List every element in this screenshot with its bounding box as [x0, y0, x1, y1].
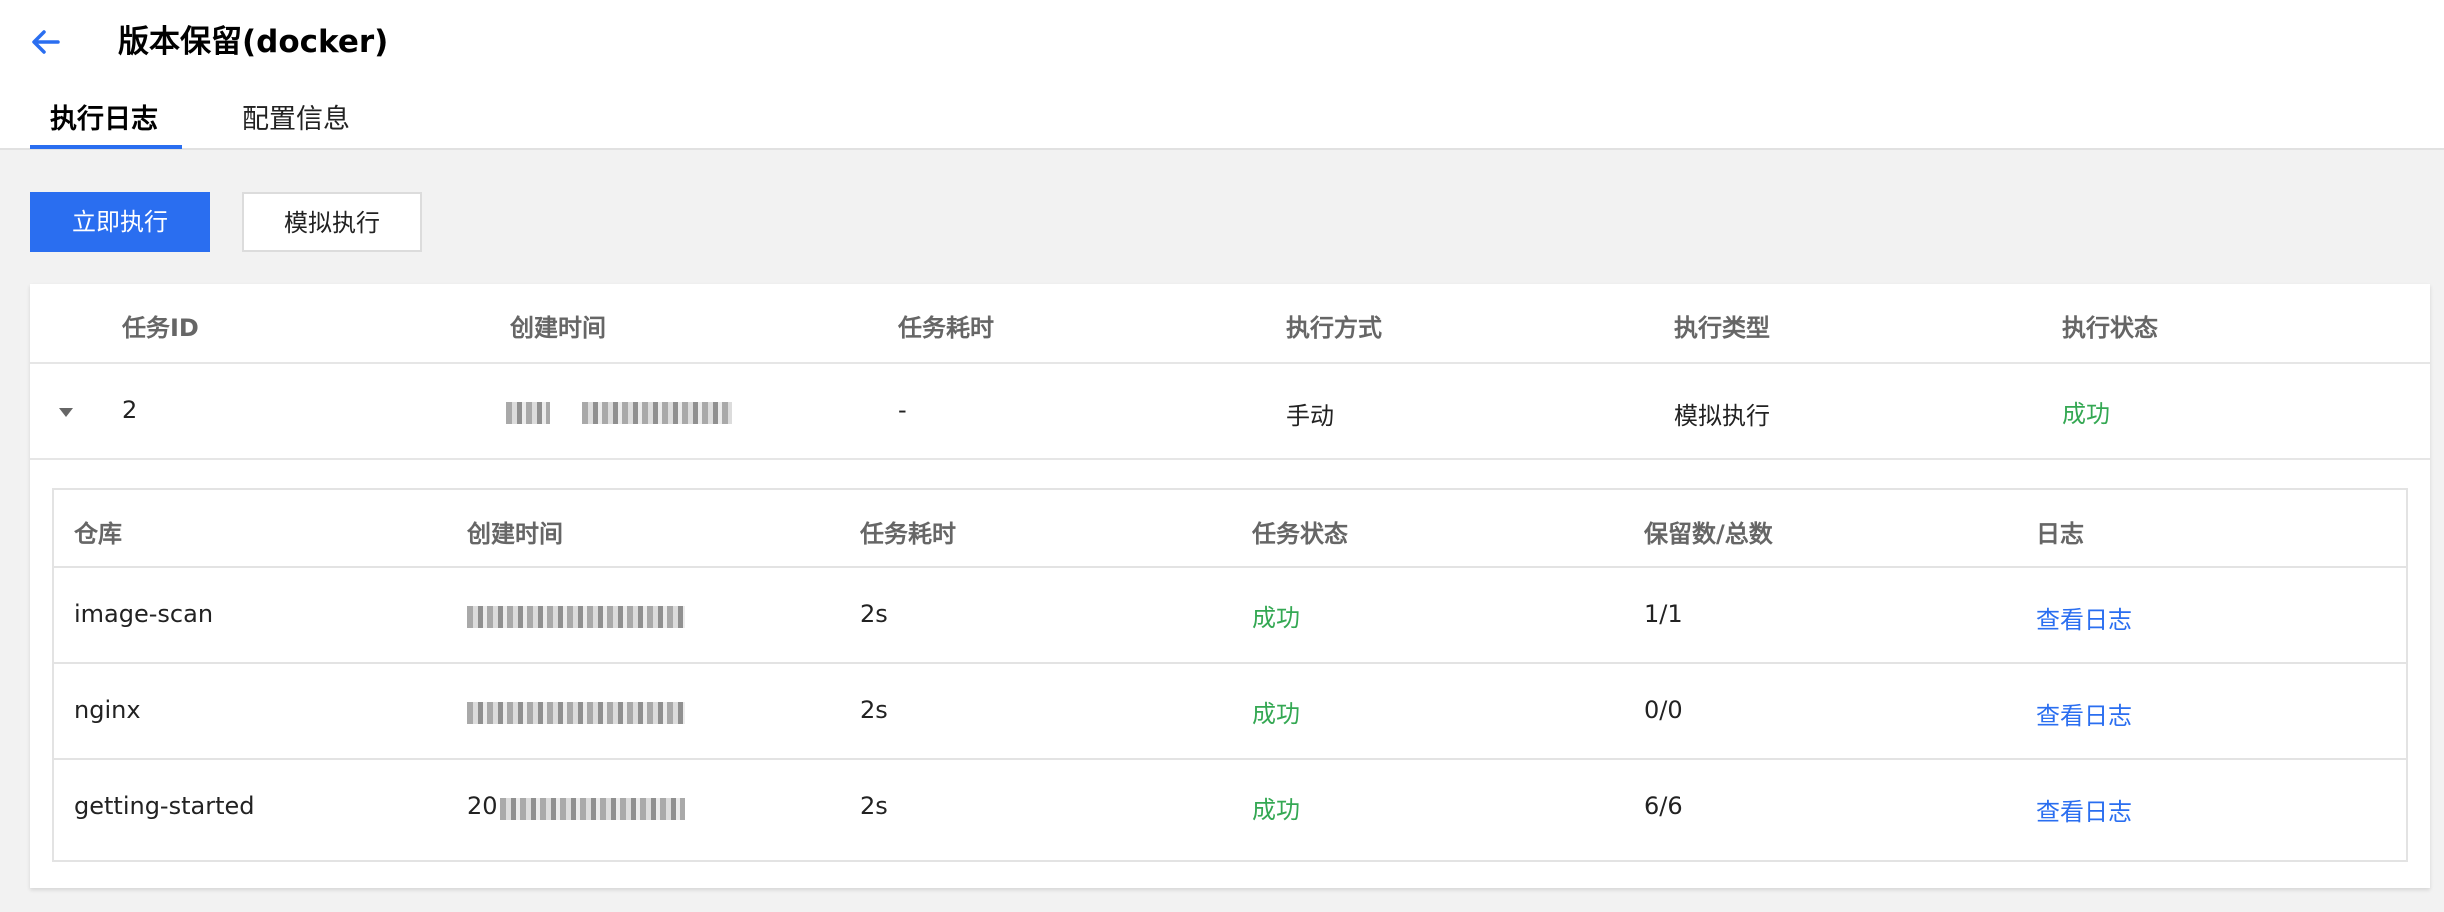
task-duration: 2s: [860, 696, 888, 724]
caret-down-icon[interactable]: [56, 404, 76, 420]
table-row: image-scan 2s 成功 1/1 查看日志: [54, 568, 2406, 664]
table-row: getting-started 20 2s 成功 6/6 查看日志: [54, 760, 2406, 856]
view-log-link[interactable]: 查看日志: [2036, 792, 2132, 827]
redacted-created-time: [467, 606, 685, 628]
redacted-created-time: [467, 702, 685, 724]
task-duration: 2s: [860, 600, 888, 628]
repo-table-header: 仓库 创建时间 任务耗时 任务状态 保留数/总数 日志: [54, 490, 2406, 568]
active-tab-indicator: [30, 145, 182, 149]
repo-table: 仓库 创建时间 任务耗时 任务状态 保留数/总数 日志 image-scan 2…: [52, 488, 2408, 862]
status-badge: 成功: [1252, 796, 1300, 824]
column-duration: 任务耗时: [898, 314, 994, 342]
column-created-time: 创建时间: [467, 520, 563, 548]
column-task-id: 任务ID: [122, 314, 199, 342]
task-duration: -: [898, 396, 907, 424]
column-task-status: 任务状态: [1252, 520, 1348, 548]
exec-type: 模拟执行: [1674, 402, 1770, 430]
retained-total: 6/6: [1644, 792, 1683, 820]
redacted-created-time: [506, 402, 550, 424]
task-duration: 2s: [860, 792, 888, 820]
tab-config-info[interactable]: 配置信息: [242, 100, 350, 140]
simulate-run-button[interactable]: 模拟执行: [242, 192, 422, 252]
table-row: nginx 2s 成功 0/0 查看日志: [54, 664, 2406, 760]
page-header: 版本保留(docker) 执行日志 配置信息: [0, 0, 2444, 150]
view-log-link[interactable]: 查看日志: [2036, 696, 2132, 731]
created-time: 20: [467, 792, 498, 820]
arrow-left-icon[interactable]: [26, 22, 66, 62]
column-repo: 仓库: [74, 520, 122, 548]
task-table-header: 任务ID 创建时间 任务耗时 执行方式 执行类型 执行状态: [30, 284, 2430, 364]
column-exec-mode: 执行方式: [1286, 314, 1382, 342]
redacted-created-time: [582, 402, 732, 424]
column-log: 日志: [2036, 520, 2084, 548]
column-exec-status: 执行状态: [2062, 314, 2158, 342]
column-retained-total: 保留数/总数: [1644, 520, 1773, 548]
column-created-time: 创建时间: [510, 314, 606, 342]
repo-name: nginx: [74, 696, 141, 724]
column-duration: 任务耗时: [860, 520, 956, 548]
retained-total: 1/1: [1644, 600, 1683, 628]
task-id: 2: [122, 396, 138, 424]
repo-name: image-scan: [74, 600, 214, 628]
exec-mode: 手动: [1286, 402, 1334, 430]
view-log-link[interactable]: 查看日志: [2036, 600, 2132, 635]
table-row[interactable]: 2 - 手动 模拟执行 成功: [30, 364, 2430, 460]
column-exec-type: 执行类型: [1674, 314, 1770, 342]
status-badge: 成功: [1252, 604, 1300, 632]
redacted-created-time: [500, 798, 685, 820]
status-badge: 成功: [2062, 400, 2110, 428]
run-now-button[interactable]: 立即执行: [30, 192, 210, 252]
repo-name: getting-started: [74, 792, 255, 820]
page-title: 版本保留(docker): [118, 24, 389, 60]
status-badge: 成功: [1252, 700, 1300, 728]
tab-execution-log[interactable]: 执行日志: [50, 100, 158, 140]
task-table: 任务ID 创建时间 任务耗时 执行方式 执行类型 执行状态 2 - 手动 模拟执…: [30, 284, 2430, 888]
retained-total: 0/0: [1644, 696, 1683, 724]
